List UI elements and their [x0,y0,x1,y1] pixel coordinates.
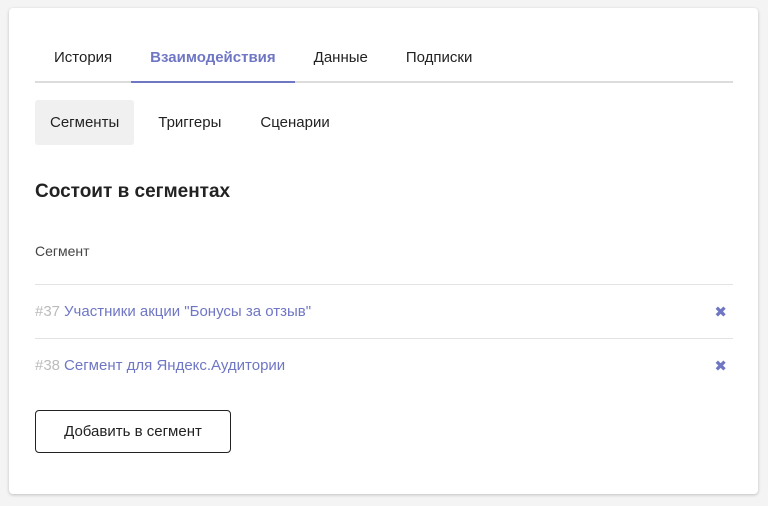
segment-id: #38 [35,357,61,374]
profile-card: История Взаимодействия Данные Подписки С… [9,8,758,494]
subtab-segments[interactable]: Сегменты [35,100,135,145]
segment-link[interactable]: Участники акции "Бонусы за отзыв" [64,303,311,320]
sub-tabs: Сегменты Триггеры Сценарии [35,100,345,145]
main-tabs: История Взаимодействия Данные Подписки [35,42,733,83]
segments-table: #37 Участники акции "Бонусы за отзыв" ✖ … [35,284,733,392]
segment-cell: #37 Участники акции "Бонусы за отзыв" [35,303,311,320]
column-header-segment: Сегмент [35,243,90,259]
tab-interactions[interactable]: Взаимодействия [131,42,295,83]
subtab-triggers[interactable]: Триггеры [143,100,236,145]
add-to-segment-button[interactable]: Добавить в сегмент [35,410,231,453]
segment-id: #37 [35,303,61,320]
segment-cell: #38 Сегмент для Яндекс.Аудитории [35,357,285,374]
table-row: #37 Участники акции "Бонусы за отзыв" ✖ [35,284,733,338]
remove-icon[interactable]: ✖ [714,303,727,321]
table-row: #38 Сегмент для Яндекс.Аудитории ✖ [35,338,733,392]
segment-link[interactable]: Сегмент для Яндекс.Аудитории [64,357,285,374]
remove-icon[interactable]: ✖ [714,357,727,375]
tab-history[interactable]: История [35,42,131,81]
tab-data[interactable]: Данные [295,42,387,81]
section-title: Состоит в сегментах [35,181,231,202]
tab-subscriptions[interactable]: Подписки [387,42,492,81]
subtab-scenarios[interactable]: Сценарии [245,100,344,145]
